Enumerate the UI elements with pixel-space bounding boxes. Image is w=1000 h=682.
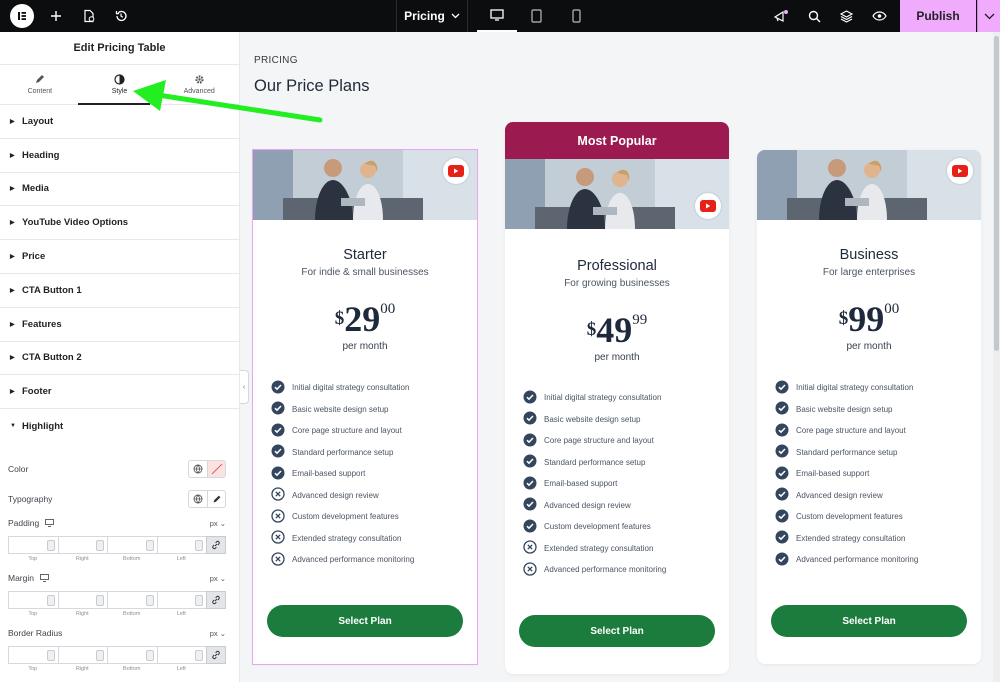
annotation-arrow: [133, 80, 323, 123]
